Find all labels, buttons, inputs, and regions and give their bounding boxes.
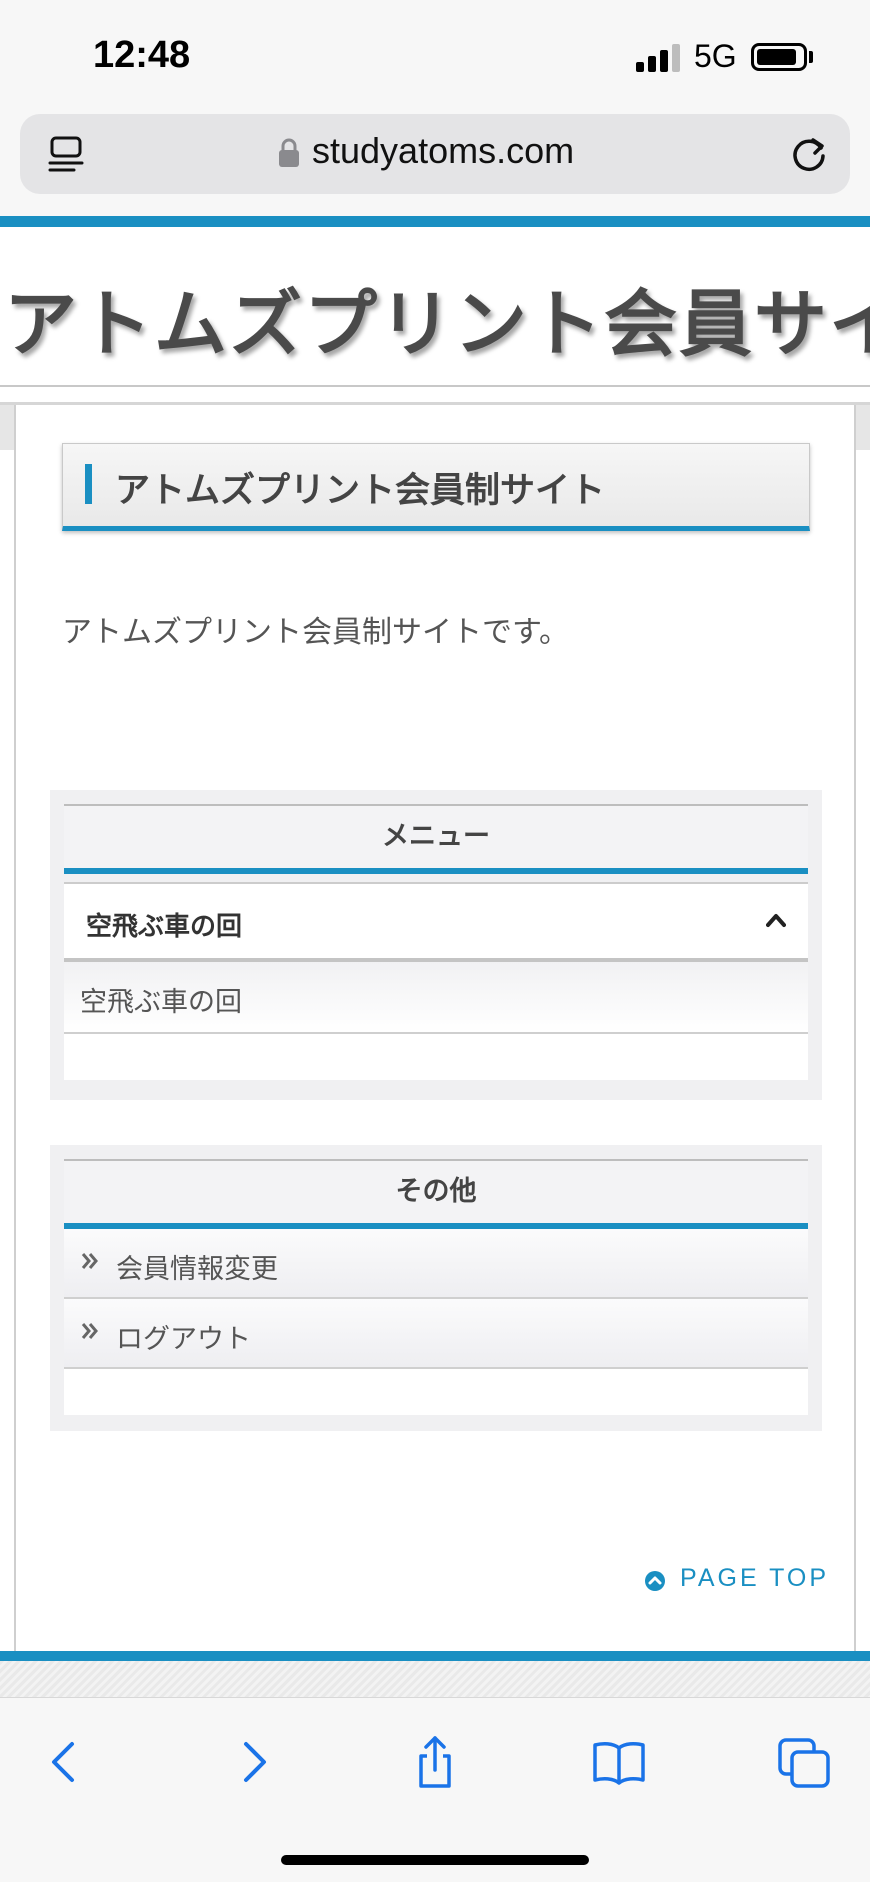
reload-icon[interactable]: [788, 132, 830, 174]
share-icon[interactable]: [405, 1732, 465, 1792]
intro-text: アトムズプリント会員制サイトです。: [62, 615, 569, 650]
site-title[interactable]: アトムズプリント会員サイト: [4, 265, 870, 371]
logout-link[interactable]: ログアウト: [64, 1299, 808, 1369]
browser-toolbar: [0, 1697, 870, 1882]
circle-chevron-up-icon: [645, 1571, 665, 1591]
menu-item-label: 空飛ぶ車の回: [80, 987, 242, 1018]
account-settings-link[interactable]: 会員情報変更: [64, 1229, 808, 1299]
page-heading-box: アトムズプリント会員制サイト: [62, 443, 810, 531]
other-widget: その他 会員情報変更 ログアウト: [50, 1145, 822, 1431]
menu-title: メニュー: [64, 804, 808, 874]
network-type: 5G: [694, 38, 737, 74]
home-indicator: [281, 1855, 589, 1865]
menu-item[interactable]: 空飛ぶ車の回: [64, 962, 808, 1034]
address-bar[interactable]: studyatoms.com: [20, 114, 850, 194]
page-heading: アトムズプリント会員制サイト: [115, 471, 606, 511]
back-icon[interactable]: [36, 1732, 96, 1792]
signal-icon: [636, 42, 680, 72]
link-label: ログアウト: [116, 1324, 251, 1355]
menu-widget: メニュー 空飛ぶ車の回 空飛ぶ車の回: [50, 790, 822, 1100]
link-label: 会員情報変更: [116, 1254, 278, 1285]
page-top-label: PAGE TOP: [680, 1564, 830, 1592]
double-chevron-right-icon: [81, 1323, 98, 1339]
footer-pattern: [0, 1661, 870, 1697]
accordion-header[interactable]: 空飛ぶ車の回: [64, 882, 808, 962]
header-accent-bar: [0, 216, 870, 227]
forward-icon[interactable]: [222, 1732, 282, 1792]
browser-address-area: studyatoms.com: [0, 96, 870, 216]
status-bar: 12:48 5G: [0, 0, 870, 110]
url-text[interactable]: studyatoms.com: [312, 130, 574, 172]
main-content: アトムズプリント会員制サイト アトムズプリント会員制サイトです。 メニュー 空飛…: [14, 405, 856, 1651]
other-title: その他: [64, 1159, 808, 1229]
battery-icon: [751, 43, 807, 71]
lock-icon: [279, 138, 299, 167]
page-top-link[interactable]: PAGE TOP: [644, 1560, 826, 1600]
site-header: アトムズプリント会員サイト: [0, 227, 870, 387]
bookmarks-icon[interactable]: [589, 1732, 649, 1792]
chevron-up-icon[interactable]: [766, 910, 786, 930]
double-chevron-right-icon: [81, 1253, 98, 1269]
reader-icon[interactable]: [48, 134, 84, 174]
accordion-label: 空飛ぶ車の回: [86, 912, 243, 942]
footer-accent-bar: [0, 1651, 870, 1661]
tabs-icon[interactable]: [774, 1732, 834, 1792]
status-time: 12:48: [93, 34, 191, 76]
